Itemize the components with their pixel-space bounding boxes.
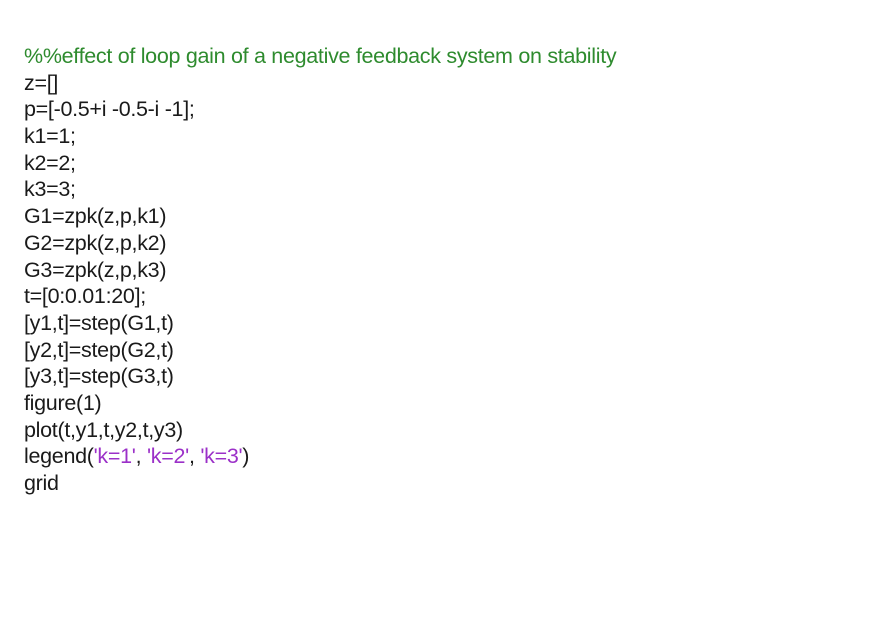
code-line-7: G1=zpk(z,p,k1) [24, 204, 167, 229]
legend-separator-2: , [188, 444, 201, 469]
code-listing: %%effect of loop gain of a negative feed… [24, 43, 617, 497]
code-line-12: [y2,t]=step(G2,t) [24, 337, 174, 362]
code-line-5: k2=2; [24, 150, 76, 175]
code-line-8: G2=zpk(z,p,k2) [24, 230, 167, 255]
code-line-3: p=[-0.5+i -0.5-i -1]; [24, 97, 195, 122]
code-line-2: z=[] [24, 70, 59, 95]
legend-call-prefix: legend( [24, 444, 94, 469]
code-line-15: plot(t,y1,t,y2,t,y3) [24, 417, 183, 442]
legend-string-k3: 'k=3' [200, 444, 243, 469]
code-line-4: k1=1; [24, 124, 76, 149]
code-line-11: [y1,t]=step(G1,t) [24, 310, 174, 335]
code-line-14: figure(1) [24, 390, 102, 415]
code-line-17: grid [24, 471, 59, 495]
legend-string-k2: 'k=2' [146, 444, 189, 469]
code-comment-line: %%effect of loop gain of a negative feed… [24, 44, 617, 68]
code-line-16-legend: legend('k=1', 'k=2', 'k=3') [24, 443, 616, 470]
legend-string-k1: 'k=1' [93, 444, 136, 469]
code-line-10: t=[0:0.01:20]; [24, 284, 146, 309]
legend-call-suffix: ) [242, 444, 250, 469]
code-line-6: k3=3; [24, 177, 76, 202]
legend-separator-1: , [135, 444, 147, 469]
code-line-9: G3=zpk(z,p,k3) [24, 257, 167, 282]
code-line-13: [y3,t]=step(G3,t) [24, 364, 174, 389]
